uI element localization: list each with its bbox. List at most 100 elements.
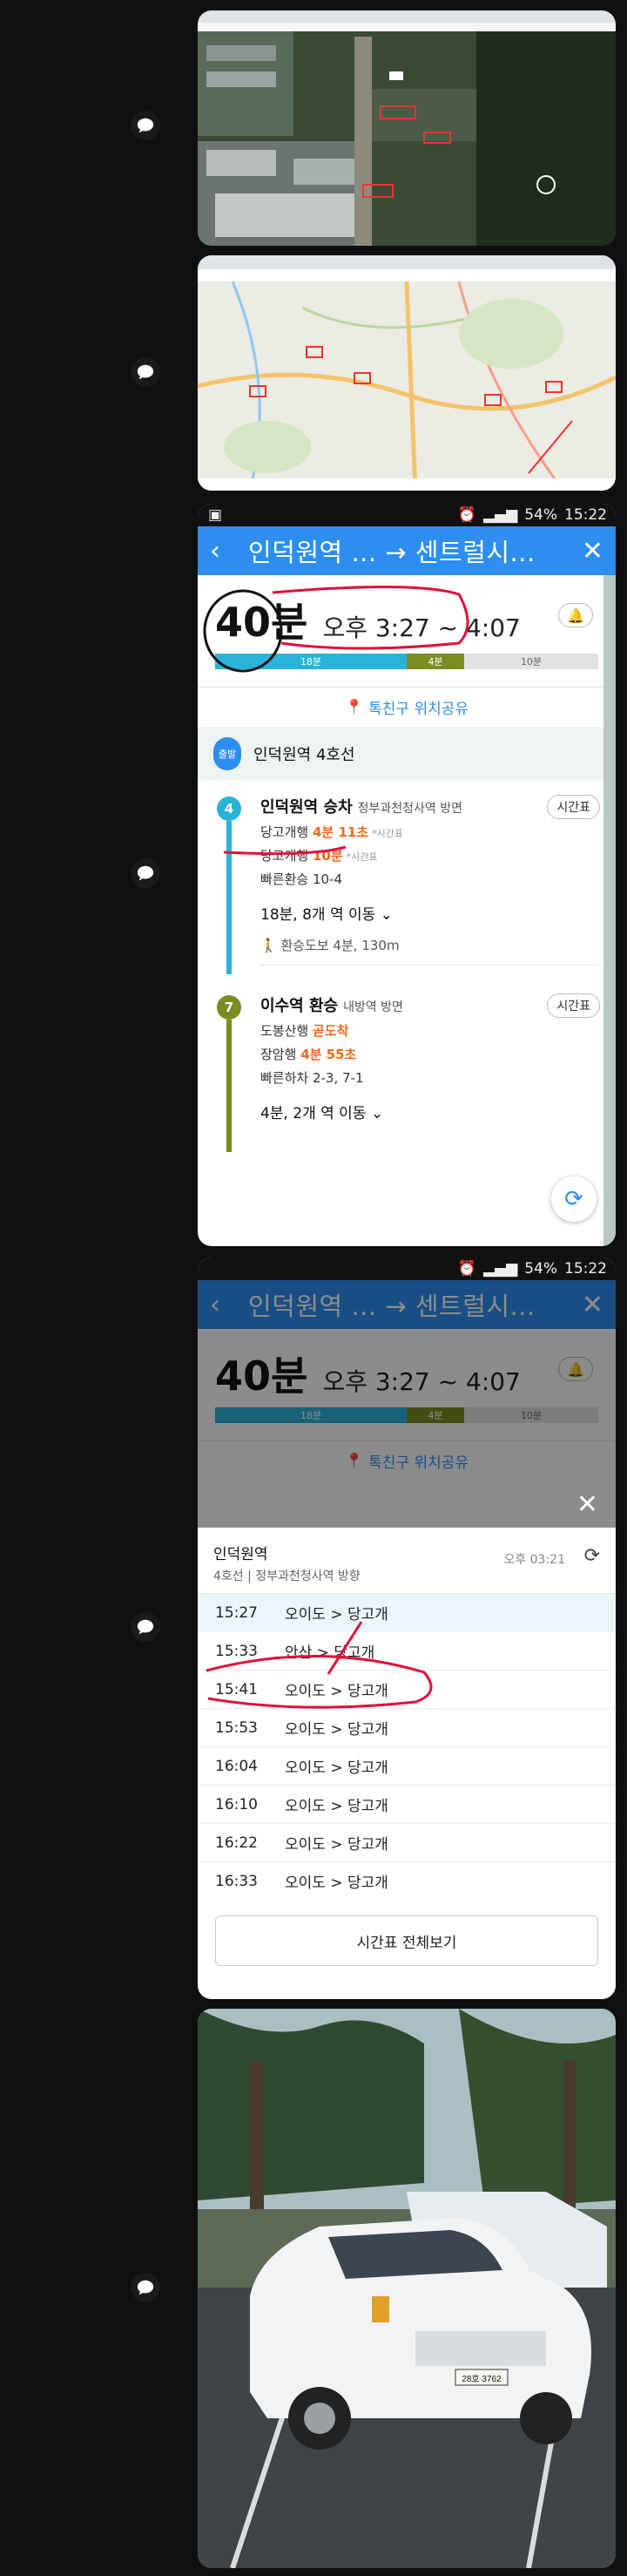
close-icon[interactable]: ✕ — [576, 1489, 598, 1520]
timetable-header: 인덕원역 4호선 | 정부과천청사역 방향 오후 03:21 ⟳ — [198, 1528, 616, 1593]
dest-label: 도봉산행 — [260, 1023, 309, 1039]
depart-time: 16:10 — [215, 1795, 258, 1813]
chevron-down-icon: ⌄ — [380, 906, 393, 924]
timetable-note: *시간표 — [346, 851, 378, 863]
arrival-row-1: 도봉산행 곧도착 — [260, 1021, 602, 1040]
license-plate: 28호 3762 — [462, 2374, 502, 2384]
status-bar: ⏰ ▂▄▆ 54% 15:22 — [198, 1257, 616, 1280]
status-time: 15:22 — [564, 1260, 607, 1278]
share-label: 톡친구 위치공유 — [368, 701, 469, 718]
walking-icon: 🚶 — [260, 938, 277, 953]
current-time: 오후 03:21 — [503, 1553, 565, 1567]
arrival-time: 곧도착 — [312, 1023, 349, 1039]
refresh-icon[interactable]: ⟳ — [584, 1545, 600, 1567]
speech-bubble-icon — [137, 364, 154, 380]
segment-subway-4: 18분 — [215, 654, 407, 669]
leg-line-7: 7 이수역 환승 내방역 방면 시간표 도봉산행 곧도착 장암행 4분 55초 빠… — [198, 974, 616, 1152]
departure-pin-icon: 출발 — [213, 737, 241, 770]
route: 오이도 > 당고개 — [285, 1759, 388, 1777]
comment-button-5[interactable] — [131, 2273, 160, 2302]
arrival-time: 4분 11초 — [312, 824, 369, 840]
alarm-bell-button[interactable]: 🔔 — [558, 603, 593, 627]
stop-count-toggle[interactable]: 4분, 2개 역 이동 ⌄ — [260, 1101, 602, 1131]
dest-label: 장암행 — [260, 1047, 297, 1062]
speech-bubble-icon — [137, 118, 154, 133]
route: 오이도 > 당고개 — [285, 1836, 388, 1854]
arrival-row-2: 장암행 4분 55초 — [260, 1045, 602, 1063]
speech-bubble-icon — [137, 2280, 154, 2295]
map-edge-strip — [603, 575, 616, 1246]
stop-count: 4분, 2개 역 이동 — [260, 1105, 367, 1122]
route: 오이도 > 당고개 — [285, 1721, 388, 1739]
fast-transfer: 빠른환승 10-4 — [260, 871, 343, 887]
route: 안산 > 당고개 — [285, 1644, 375, 1662]
battery-level: 54% — [524, 1260, 557, 1278]
timetable-row: 16:04 오이도 > 당고개 — [198, 1746, 616, 1785]
depart-time: 16:04 — [215, 1757, 258, 1775]
app-bar: ‹ 인덕원역 ... → 센트럴시... ✕ — [198, 526, 616, 575]
timetable-row: 15:53 오이도 > 당고개 — [198, 1708, 616, 1746]
timetable-row: 16:22 오이도 > 당고개 — [198, 1823, 616, 1861]
refresh-button[interactable]: ⟳ — [551, 1176, 597, 1222]
status-bar: ▣ ⏰ ▂▄▆ 54% 15:22 — [198, 504, 616, 526]
departure-row: 출발 인덕원역 4호선 — [198, 727, 616, 781]
route: 오이도 > 당고개 — [285, 1606, 388, 1624]
timetable-row: 15:33 안산 > 당고개 — [198, 1631, 616, 1670]
battery-level: 54% — [524, 506, 557, 524]
segment-subway-7: 10분 — [464, 654, 598, 669]
timetable-note: *시간표 — [372, 828, 403, 839]
modal-dim-overlay — [198, 1280, 616, 1542]
timetable-row: 15:41 오이도 > 당고개 — [198, 1670, 616, 1708]
dest-label: 당고개행 — [260, 824, 309, 840]
arrival-row-2: 당고개행 10분 *시간표 — [260, 846, 602, 864]
leg-direction: 내방역 방면 — [343, 1000, 403, 1014]
close-icon[interactable]: ✕ — [572, 536, 603, 566]
signal-icon: ▂▄▆ — [482, 506, 518, 524]
total-duration: 40분 — [215, 599, 308, 646]
share-location-button[interactable]: 📍 톡친구 위치공유 — [198, 687, 616, 727]
segment-walk: 4분 — [407, 654, 464, 669]
timetable-row: 16:10 오이도 > 당고개 — [198, 1785, 616, 1823]
comment-button-2[interactable] — [131, 357, 160, 387]
location-share-icon: 📍 — [344, 698, 364, 716]
depart-time: 15:27 — [215, 1603, 258, 1622]
leg-station: 인덕원역 승차 — [260, 798, 353, 817]
road-map-screenshot — [198, 255, 616, 491]
screenshot-icon: ▣ — [208, 506, 223, 524]
route: 오이도 > 당고개 — [285, 1874, 388, 1892]
arrival-row-1: 당고개행 4분 11초 *시간표 — [260, 823, 602, 841]
leg-direction: 정부과천청사역 방면 — [357, 802, 463, 816]
full-timetable-button[interactable]: 시간표 전체보기 — [215, 1915, 598, 1966]
depart-time: 15:53 — [215, 1718, 258, 1737]
depart-time: 15:41 — [215, 1680, 258, 1698]
depart-time: 16:33 — [215, 1872, 258, 1890]
route-summary: 40분 오후 3:27 ~ 4:07 🔔 18분 4분 10분 — [198, 575, 616, 687]
time-range: 오후 3:27 ~ 4:07 — [322, 613, 521, 642]
arrival-time: 4분 55초 — [300, 1047, 357, 1062]
timetable-button[interactable]: 시간표 — [547, 795, 600, 819]
fast-exit: 빠른하차 2-3, 7-1 — [260, 1070, 364, 1086]
satellite-image — [198, 10, 616, 246]
route-detail-screenshot: ▣ ⏰ ▂▄▆ 54% 15:22 ‹ 인덕원역 ... → 센트럴시... ✕… — [198, 504, 616, 1246]
timetable-button[interactable]: 시간표 — [547, 993, 600, 1018]
leg-line-4: 4 인덕원역 승차 정부과천청사역 방면 시간표 당고개행 4분 11초 *시간표 … — [198, 781, 616, 986]
status-time: 15:22 — [564, 506, 607, 524]
stop-count-toggle[interactable]: 18분, 8개 역 이동 ⌄ — [260, 902, 602, 932]
departure-station: 인덕원역 4호선 — [253, 746, 355, 764]
comment-button-4[interactable] — [131, 1612, 160, 1642]
line-number-badge: 4 — [217, 797, 241, 821]
back-arrow-icon[interactable]: ‹ — [210, 536, 241, 566]
line-track — [226, 1020, 232, 1152]
route-title: 인덕원역 ... → 센트럴시... — [248, 538, 536, 567]
timetable-sheet: 인덕원역 4호선 | 정부과천청사역 방향 오후 03:21 ⟳ 15:27 오이… — [198, 1528, 616, 1999]
alarm-icon: ⏰ — [457, 1260, 476, 1278]
walk-text: 환승도보 4분, 130m — [280, 938, 400, 953]
bell-icon: 🔔 — [567, 607, 584, 624]
comment-button-3[interactable] — [131, 858, 160, 888]
timetable-row: 16:33 오이도 > 당고개 — [198, 1861, 616, 1900]
comment-button-1[interactable] — [131, 111, 160, 140]
line-number-badge: 7 — [217, 995, 241, 1020]
car-photo-image: 28호 3762 — [198, 2009, 616, 2568]
depart-time: 16:22 — [215, 1834, 258, 1852]
depart-time: 15:33 — [215, 1642, 258, 1660]
